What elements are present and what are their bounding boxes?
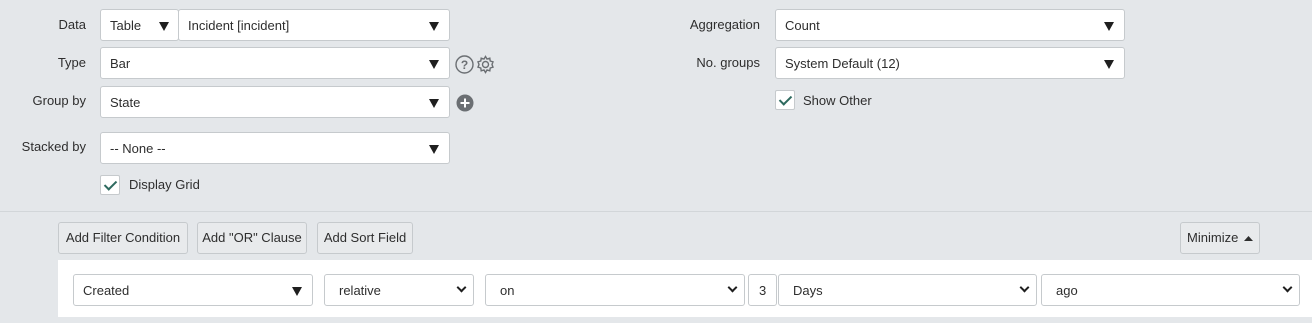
- condition-field-value: Created: [83, 283, 130, 298]
- chevron-down-icon: [1019, 282, 1030, 293]
- condition-quantity-value: 3: [759, 283, 767, 298]
- condition-operator-select[interactable]: relative: [324, 274, 474, 306]
- chevron-down-icon: [429, 145, 439, 154]
- add-or-clause-button[interactable]: Add "OR" Clause: [197, 222, 307, 254]
- minimize-label: Minimize: [1187, 230, 1239, 245]
- data-label: Data: [58, 17, 86, 32]
- gear-icon[interactable]: [476, 55, 495, 74]
- aggregation-select[interactable]: Count: [775, 9, 1125, 41]
- condition-quantity-input[interactable]: 3: [748, 274, 777, 306]
- condition-direction-select[interactable]: on: [485, 274, 745, 306]
- show-other-label: Show Other: [803, 93, 872, 108]
- data-source-value: Table: [110, 18, 142, 33]
- type-label: Type: [57, 55, 86, 70]
- svg-text:?: ?: [461, 58, 468, 72]
- chevron-down-icon: [727, 282, 738, 293]
- no-groups-label: No. groups: [696, 55, 760, 70]
- question-circle-icon[interactable]: ?: [455, 55, 474, 74]
- filter-condition-row: Created relative on 3 Days ago: [58, 260, 1312, 317]
- no-groups-select[interactable]: System Default (12): [775, 47, 1125, 79]
- type-value: Bar: [110, 56, 131, 71]
- chevron-down-icon: [456, 282, 467, 293]
- group-by-value: State: [110, 95, 141, 110]
- type-select[interactable]: Bar: [100, 47, 450, 79]
- display-grid-label: Display Grid: [129, 177, 200, 192]
- caret-up-icon: [1243, 236, 1253, 241]
- chevron-down-icon: [429, 22, 439, 31]
- stacked-by-value: -- None --: [110, 141, 166, 156]
- condition-field-select[interactable]: Created: [73, 274, 313, 306]
- data-source-select[interactable]: Table: [100, 9, 179, 41]
- aggregation-value: Count: [785, 18, 820, 33]
- condition-unit-value: Days: [793, 283, 823, 298]
- condition-operator-value: relative: [339, 283, 381, 298]
- group-by-select[interactable]: State: [100, 86, 450, 118]
- show-other-checkbox[interactable]: [775, 90, 795, 110]
- condition-when-select[interactable]: ago: [1041, 274, 1300, 306]
- add-sort-field-button[interactable]: Add Sort Field: [317, 222, 413, 254]
- chevron-down-icon: [292, 287, 302, 296]
- no-groups-value: System Default (12): [785, 56, 900, 71]
- chevron-down-icon: [1104, 60, 1114, 69]
- data-table-value: Incident [incident]: [188, 18, 290, 33]
- aggregation-label: Aggregation: [689, 17, 760, 32]
- stacked-by-label: Stacked by: [21, 139, 86, 154]
- minimize-button[interactable]: Minimize: [1180, 222, 1260, 254]
- chevron-down-icon: [1104, 22, 1114, 31]
- condition-direction-value: on: [500, 283, 515, 298]
- chevron-down-icon: [429, 99, 439, 108]
- chevron-down-icon: [159, 22, 169, 31]
- condition-when-value: ago: [1056, 283, 1078, 298]
- chevron-down-icon: [429, 60, 439, 69]
- chevron-down-icon: [1282, 282, 1293, 293]
- group-by-label: Group by: [32, 93, 86, 108]
- add-filter-condition-button[interactable]: Add Filter Condition: [58, 222, 188, 254]
- condition-unit-select[interactable]: Days: [778, 274, 1037, 306]
- plus-circle-icon[interactable]: [456, 94, 474, 112]
- display-grid-checkbox[interactable]: [100, 175, 120, 195]
- stacked-by-select[interactable]: -- None --: [100, 132, 450, 164]
- data-table-select[interactable]: Incident [incident]: [178, 9, 450, 41]
